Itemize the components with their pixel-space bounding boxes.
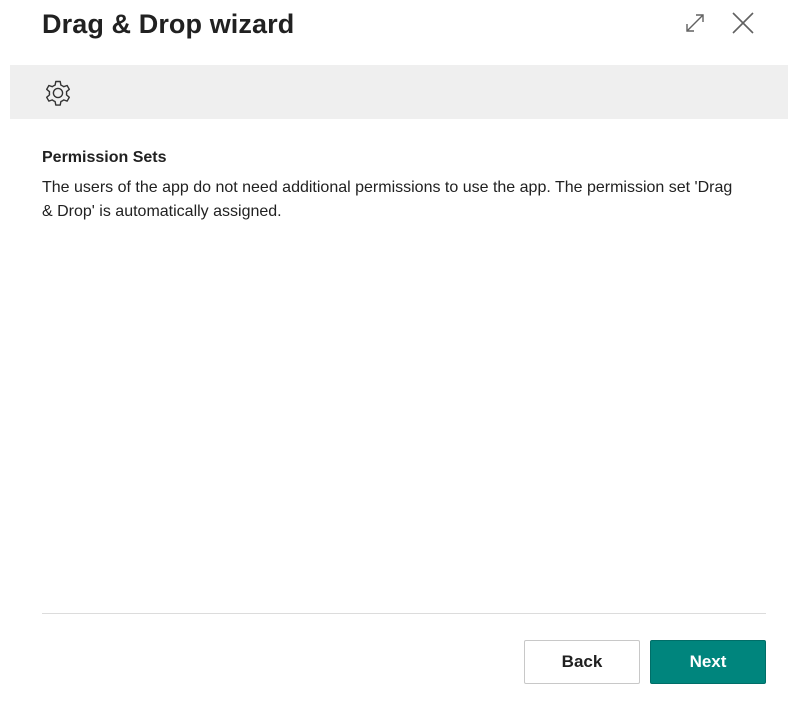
footer-divider [42, 613, 766, 614]
expand-icon [683, 11, 707, 35]
back-button[interactable]: Back [524, 640, 640, 684]
dialog-title: Drag & Drop wizard [42, 9, 295, 39]
expand-button[interactable] [680, 8, 710, 38]
section-body: The users of the app do not need additio… [42, 179, 733, 220]
close-icon [730, 10, 756, 36]
wizard-dialog: Drag & Drop wizard Permission Sets The u… [0, 0, 788, 711]
section-title: Permission Sets [42, 149, 167, 166]
wizard-content: Permission Sets The users of the app do … [42, 148, 742, 224]
wizard-footer: Back Next [524, 640, 766, 684]
close-button[interactable] [728, 8, 758, 38]
title-actions [680, 8, 758, 38]
next-button[interactable]: Next [650, 640, 766, 684]
wizard-banner [10, 65, 788, 119]
gear-icon [42, 77, 74, 109]
